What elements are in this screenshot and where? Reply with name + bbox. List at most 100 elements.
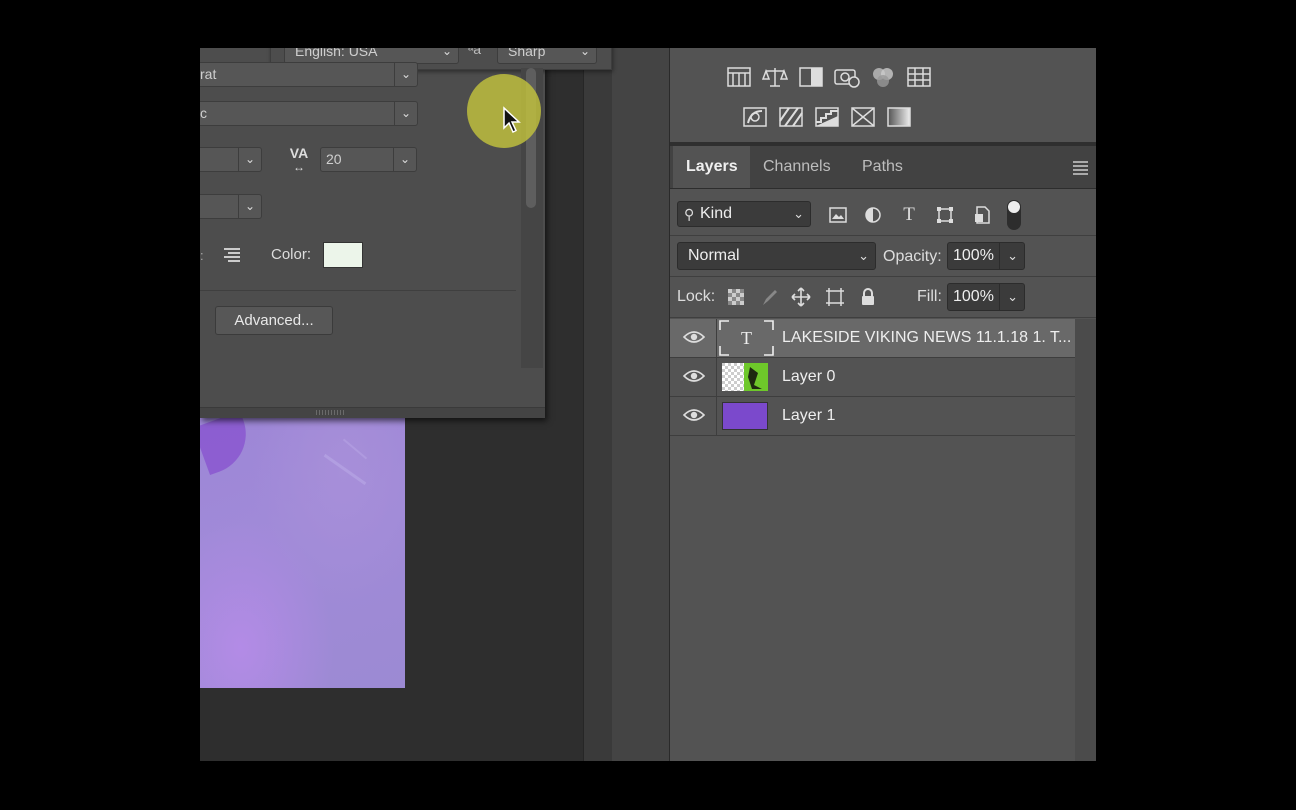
photoshop-workspace: English: USA ⌄ ᵃa Sharp ⌄ rat ⌄ c ⌄ ⌄ VA…: [200, 48, 1096, 761]
layer-name: LAKESIDE VIKING NEWS 11.1.18 1. T...: [782, 329, 1072, 346]
chevron-down-icon: ⌄: [394, 102, 417, 125]
antialias-dropdown[interactable]: Sharp ⌄: [497, 48, 597, 64]
grip-lines: [316, 410, 346, 415]
layer-row[interactable]: T LAKESIDE VIKING NEWS 11.1.18 1. T...: [670, 319, 1075, 358]
layer-name: Layer 0: [782, 368, 836, 385]
layer-name: Layer 1: [782, 407, 836, 424]
filter-kind-dropdown[interactable]: ⚲ Kind ⌄: [677, 201, 811, 227]
visibility-eye-icon[interactable]: [683, 329, 705, 345]
tab-layers[interactable]: Layers: [673, 146, 750, 188]
font-style-value: c: [200, 105, 207, 121]
filter-toggle[interactable]: [1007, 200, 1021, 230]
opacity-value: 100%: [953, 247, 994, 264]
image-layer-thumbnail: [722, 363, 768, 391]
canvas-artwork[interactable]: [200, 418, 405, 688]
field-separator: [999, 243, 1000, 269]
layers-tabs: Layers Channels Paths: [670, 146, 1096, 189]
blend-mode-value: Normal: [688, 247, 740, 264]
character-panel: English: USA ⌄ ᵃa Sharp ⌄ rat ⌄ c ⌄ ⌄ VA…: [200, 48, 612, 418]
color-swatch[interactable]: [323, 242, 363, 268]
levels-icon[interactable]: [725, 63, 753, 91]
field-separator: [999, 284, 1000, 310]
selective-color-icon[interactable]: [849, 103, 877, 131]
chevron-down-icon: ⌄: [441, 48, 453, 58]
layer-row[interactable]: Layer 1: [670, 397, 1075, 436]
invert-icon[interactable]: [741, 103, 769, 131]
chevron-down-icon: ⌄: [1007, 289, 1018, 304]
channel-mixer-icon[interactable]: [869, 63, 897, 91]
lock-all-icon[interactable]: [858, 287, 878, 307]
section-divider: [200, 290, 516, 291]
lock-artboard-icon[interactable]: [825, 287, 845, 307]
fill-value: 100%: [953, 288, 994, 305]
tab-channels[interactable]: Channels: [750, 146, 849, 188]
panel-gutter: [583, 48, 613, 761]
tab-paths[interactable]: Paths: [849, 146, 919, 188]
panel-menu-icon[interactable]: [1073, 161, 1088, 177]
scale-dropdown[interactable]: ⌄: [200, 194, 262, 219]
lock-position-icon[interactable]: [791, 287, 811, 307]
advanced-button[interactable]: Advanced...: [215, 306, 333, 335]
shape-filter-icon[interactable]: [934, 204, 956, 226]
svg-text:T: T: [741, 328, 752, 348]
adjustments-row-2: [741, 103, 921, 135]
panel-dock-strip: [612, 48, 670, 761]
visibility-eye-icon[interactable]: [683, 368, 705, 384]
layer-row[interactable]: Layer 0: [670, 358, 1075, 397]
align-left-icon[interactable]: :: [200, 248, 204, 263]
fill-label: Fill:: [917, 288, 942, 305]
balance-icon[interactable]: [761, 63, 789, 91]
visibility-eye-icon[interactable]: [683, 407, 705, 423]
right-panel-dock: Layers Channels Paths ⚲ Kind ⌄ T Normal …: [670, 48, 1096, 761]
antialias-value: Sharp: [508, 48, 546, 59]
tracking-value: 20: [326, 151, 342, 167]
artwork-streak: [323, 453, 367, 486]
tracking-icon: VA ↔: [289, 145, 309, 174]
opacity-label: Opacity:: [883, 248, 942, 265]
chevron-down-icon: ⌄: [579, 48, 591, 58]
chevron-down-icon: ⌄: [238, 148, 261, 171]
font-family-value: rat: [200, 66, 217, 82]
opacity-field[interactable]: 100% ⌄: [947, 242, 1025, 270]
image-filter-icon[interactable]: [827, 204, 849, 226]
type-filter-icon[interactable]: T: [898, 204, 920, 226]
align-right-icon[interactable]: [220, 246, 240, 266]
chevron-down-icon: ⌄: [238, 195, 261, 218]
font-family-dropdown[interactable]: rat ⌄: [200, 62, 418, 87]
layers-scrollbar[interactable]: [1075, 319, 1096, 761]
photo-filter-icon[interactable]: [833, 63, 861, 91]
lock-pixels-icon[interactable]: [760, 287, 780, 307]
blend-row: Normal ⌄ Opacity: 100% ⌄: [670, 236, 1096, 277]
lock-label: Lock:: [677, 288, 716, 305]
color-lookup-icon[interactable]: [905, 63, 933, 91]
tracking-dropdown[interactable]: 20 ⌄: [320, 147, 417, 172]
language-value: English: USA: [295, 48, 378, 59]
color-label: Color:: [271, 246, 312, 263]
chevron-down-icon: ⌄: [393, 148, 416, 171]
chevron-down-icon: ⌄: [394, 63, 417, 86]
panel-resize-grip[interactable]: [200, 407, 545, 418]
bw-icon[interactable]: [797, 63, 825, 91]
artwork-shape: [200, 418, 258, 476]
layer-separator: [716, 397, 717, 435]
artwork-streak: [342, 438, 368, 460]
fill-field[interactable]: 100% ⌄: [947, 283, 1025, 311]
mouse-cursor-icon: [503, 106, 521, 134]
font-size-dropdown[interactable]: ⌄: [200, 147, 262, 172]
chevron-down-icon: ⌄: [1007, 248, 1018, 263]
lock-transparency-icon[interactable]: [726, 287, 746, 307]
font-style-dropdown[interactable]: c ⌄: [200, 101, 418, 126]
smart-object-filter-icon[interactable]: [971, 204, 993, 226]
fill-layer-thumbnail: [722, 402, 768, 430]
gradient-map-icon[interactable]: [885, 103, 913, 131]
threshold-icon[interactable]: [813, 103, 841, 131]
aa-icon: ᵃa: [468, 48, 481, 57]
layer-filter-row: ⚲ Kind ⌄ T: [670, 189, 1096, 236]
text-layer-thumbnail: T: [719, 320, 774, 356]
adjustments-row-1: [725, 63, 941, 95]
blend-mode-dropdown[interactable]: Normal ⌄: [677, 242, 876, 270]
posterize-icon[interactable]: [777, 103, 805, 131]
search-icon: ⚲: [684, 206, 695, 222]
chevron-down-icon: ⌄: [858, 248, 869, 263]
adjustment-filter-icon[interactable]: [862, 204, 884, 226]
